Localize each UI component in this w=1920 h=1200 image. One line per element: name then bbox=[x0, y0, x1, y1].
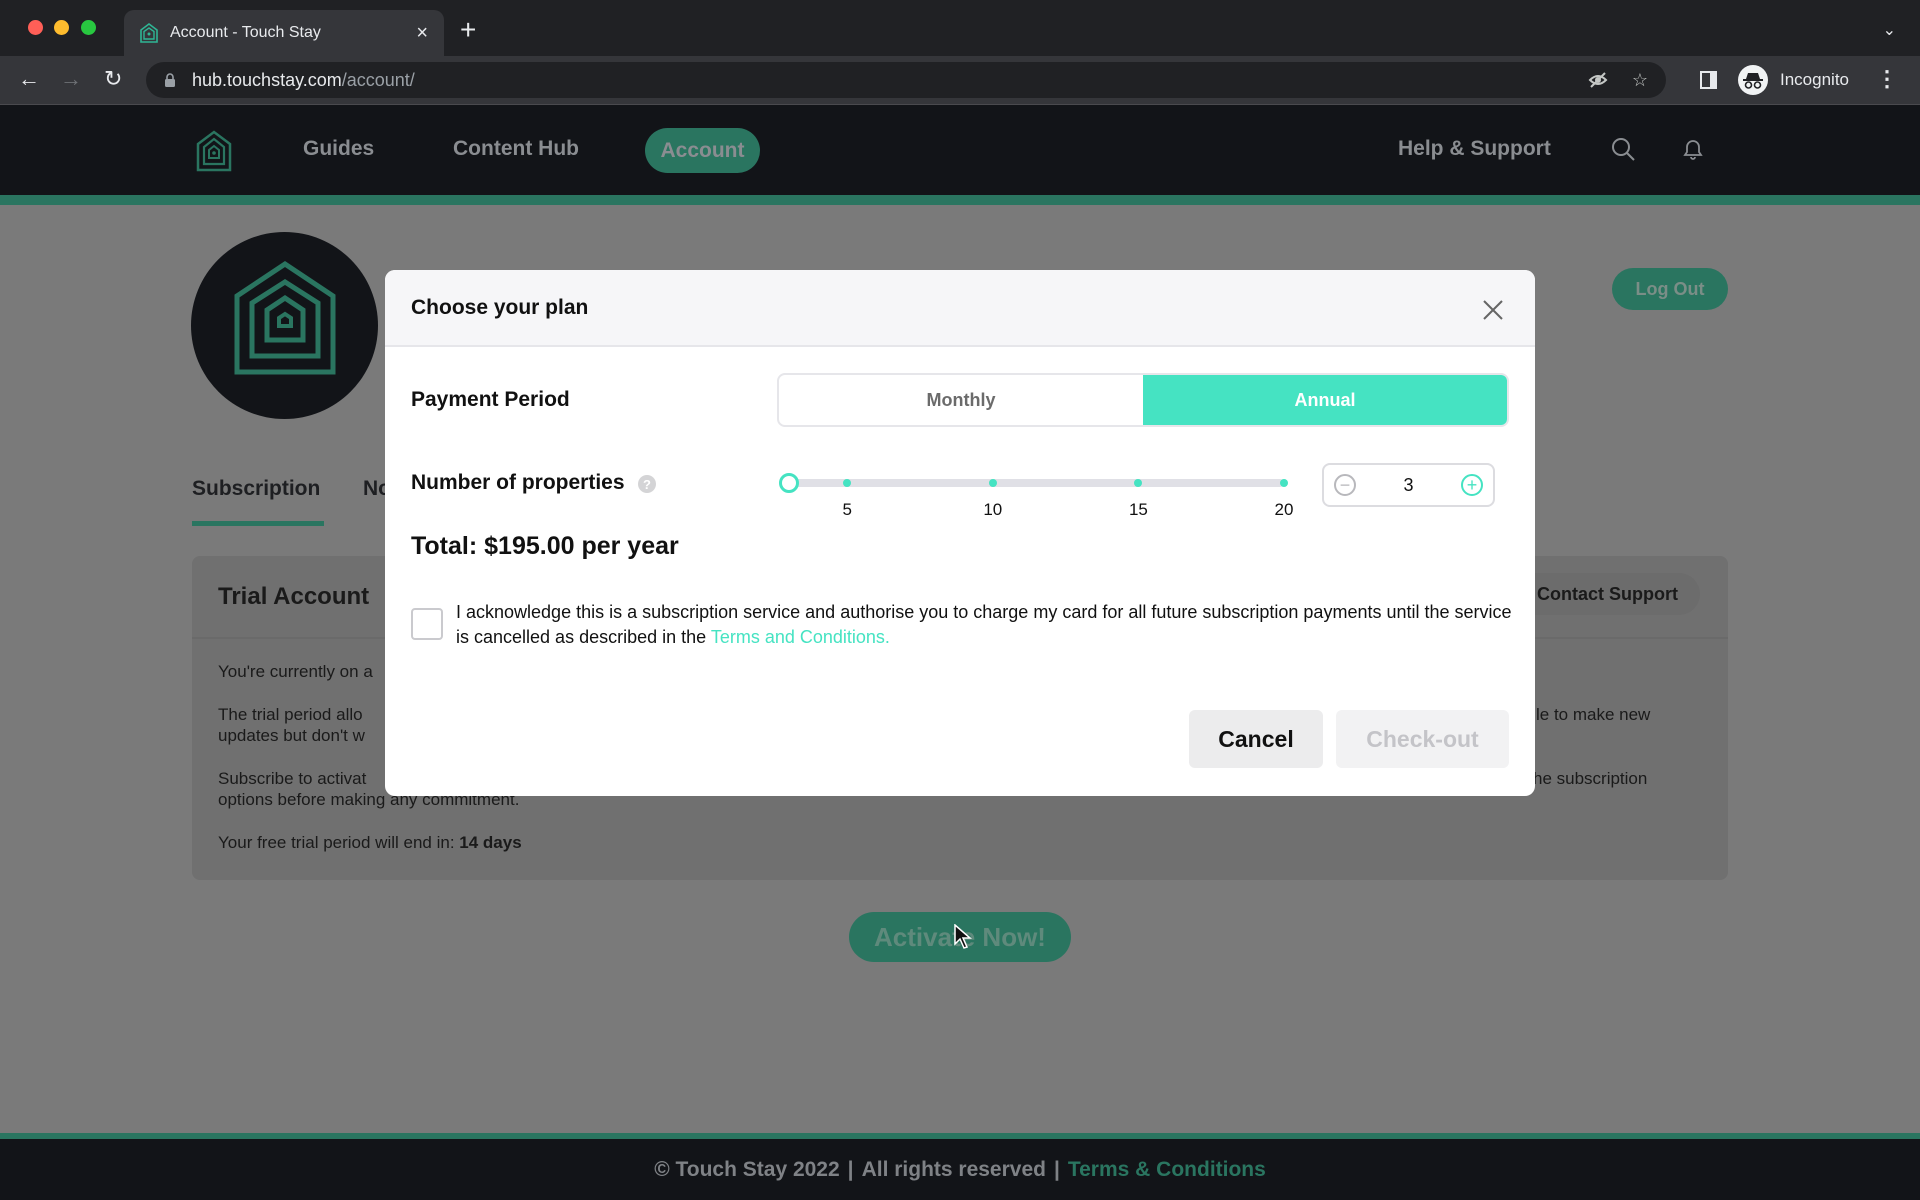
header-accent-bar bbox=[0, 195, 1920, 205]
slider-handle[interactable] bbox=[779, 473, 799, 493]
logout-button[interactable]: Log Out bbox=[1612, 268, 1728, 310]
increment-button[interactable]: + bbox=[1460, 474, 1483, 496]
house-logo-icon bbox=[234, 260, 336, 375]
touchstay-favicon-icon bbox=[140, 23, 158, 43]
close-window-button[interactable] bbox=[28, 20, 43, 35]
url-host: hub.touchstay.com bbox=[192, 69, 342, 90]
choose-plan-modal: Choose your plan Payment Period Monthly … bbox=[385, 270, 1535, 796]
modal-title: Choose your plan bbox=[411, 296, 589, 319]
back-button[interactable]: ← bbox=[18, 66, 40, 92]
card-text-line1: You're currently on a bbox=[218, 662, 373, 681]
properties-slider[interactable]: 5 10 15 20 bbox=[777, 466, 1297, 519]
card-text-line2b: updates but don't w bbox=[218, 726, 365, 745]
close-tab-icon[interactable]: × bbox=[416, 22, 428, 45]
payment-period-toggle: Monthly Annual bbox=[777, 373, 1509, 427]
total-price: Total: $195.00 per year bbox=[411, 532, 679, 560]
nav-help-support[interactable]: Help & Support bbox=[1398, 137, 1551, 161]
browser-tab-bar: Account - Touch Stay × + ⌄ bbox=[0, 0, 1920, 56]
site-footer: © Touch Stay 2022 | All rights reserved … bbox=[0, 1139, 1920, 1200]
help-question-icon[interactable]: ? bbox=[638, 475, 656, 493]
slider-tick-label: 5 bbox=[842, 500, 852, 519]
slider-tick-label: 20 bbox=[1274, 500, 1294, 519]
period-option-annual[interactable]: Annual bbox=[1143, 375, 1507, 425]
decrement-button[interactable]: − bbox=[1334, 474, 1356, 496]
contact-support-button[interactable]: Contact Support bbox=[1508, 573, 1700, 615]
account-avatar bbox=[191, 232, 378, 419]
close-icon[interactable] bbox=[1481, 298, 1505, 322]
trial-end-text: Your free trial period will end in: 14 d… bbox=[218, 832, 522, 853]
footer-separator: | bbox=[847, 1157, 854, 1181]
incognito-icon bbox=[1738, 65, 1768, 95]
cancel-button[interactable]: Cancel bbox=[1189, 710, 1323, 768]
card-title: Trial Account bbox=[218, 583, 370, 610]
nav-account[interactable]: Account bbox=[645, 128, 760, 173]
new-tab-button[interactable]: + bbox=[460, 16, 476, 44]
slider-tick-dot bbox=[988, 479, 997, 487]
card-text-line3-right: he subscription bbox=[1533, 769, 1648, 788]
trial-end-prefix: Your free trial period will end in: bbox=[218, 833, 460, 852]
footer-separator: | bbox=[1053, 1157, 1060, 1181]
card-text-line2a: The trial period allo bbox=[218, 705, 363, 724]
card-text-line3a: Subscribe to activat bbox=[218, 769, 367, 788]
browser-menu-icon[interactable]: ⋮ bbox=[1876, 66, 1898, 92]
search-icon[interactable] bbox=[1610, 136, 1636, 162]
notification-bell-icon[interactable] bbox=[1680, 136, 1706, 162]
terms-conditions-link[interactable]: Terms and Conditions. bbox=[711, 627, 890, 647]
tab-search-chevron-icon[interactable]: ⌄ bbox=[1883, 20, 1896, 40]
trial-days: 14 days bbox=[459, 833, 522, 852]
reload-button[interactable]: ↻ bbox=[104, 66, 122, 92]
maximize-window-button[interactable] bbox=[81, 20, 96, 35]
card-text-line2-right: le to make new bbox=[1536, 705, 1651, 724]
bookmark-star-icon[interactable]: ☆ bbox=[1632, 70, 1648, 95]
browser-toolbar: ← → ↻ hub.touchstay.com/account/ ☆ Incog… bbox=[0, 56, 1920, 105]
acknowledge-body: I acknowledge this is a subscription ser… bbox=[456, 602, 1512, 647]
payment-period-label: Payment Period bbox=[411, 388, 570, 411]
slider-tick-label: 15 bbox=[1128, 500, 1148, 519]
period-option-monthly[interactable]: Monthly bbox=[779, 375, 1143, 425]
tracking-protection-eye-off-icon[interactable] bbox=[1588, 70, 1608, 95]
tab-title: Account - Touch Stay bbox=[170, 24, 321, 41]
footer-rights: All rights reserved bbox=[861, 1157, 1046, 1181]
profile-label: Incognito bbox=[1780, 70, 1849, 89]
slider-tick-dot bbox=[1280, 479, 1288, 487]
forward-button[interactable]: → bbox=[60, 66, 82, 92]
slider-track[interactable] bbox=[789, 479, 1284, 487]
active-tab-indicator bbox=[192, 521, 324, 526]
touchstay-logo-icon[interactable] bbox=[196, 130, 232, 172]
acknowledge-checkbox[interactable] bbox=[411, 608, 443, 640]
incognito-profile-button[interactable]: Incognito bbox=[1738, 61, 1861, 99]
browser-tab-active[interactable]: Account - Touch Stay × bbox=[124, 10, 444, 56]
nav-guides[interactable]: Guides bbox=[303, 137, 374, 161]
footer-copyright: © Touch Stay 2022 bbox=[654, 1157, 840, 1181]
tab-subscription[interactable]: Subscription bbox=[192, 477, 320, 501]
url-path: /account/ bbox=[341, 69, 415, 90]
nav-content-hub[interactable]: Content Hub bbox=[453, 137, 579, 161]
slider-tick-label: 10 bbox=[983, 500, 1003, 519]
modal-header: Choose your plan bbox=[385, 270, 1535, 347]
lock-icon bbox=[165, 73, 175, 87]
side-panel-icon[interactable] bbox=[1700, 71, 1717, 89]
minimize-window-button[interactable] bbox=[54, 20, 69, 35]
properties-stepper: − 3 + bbox=[1322, 463, 1495, 507]
checkout-button[interactable]: Check-out bbox=[1336, 710, 1509, 768]
footer-terms-link[interactable]: Terms & Conditions bbox=[1068, 1158, 1266, 1182]
properties-label: Number of properties bbox=[411, 471, 625, 494]
address-bar[interactable]: hub.touchstay.com/account/ ☆ bbox=[146, 62, 1666, 98]
acknowledge-text: I acknowledge this is a subscription ser… bbox=[456, 600, 1516, 650]
mouse-cursor-icon bbox=[954, 924, 972, 949]
properties-count[interactable]: 3 bbox=[1403, 475, 1413, 496]
